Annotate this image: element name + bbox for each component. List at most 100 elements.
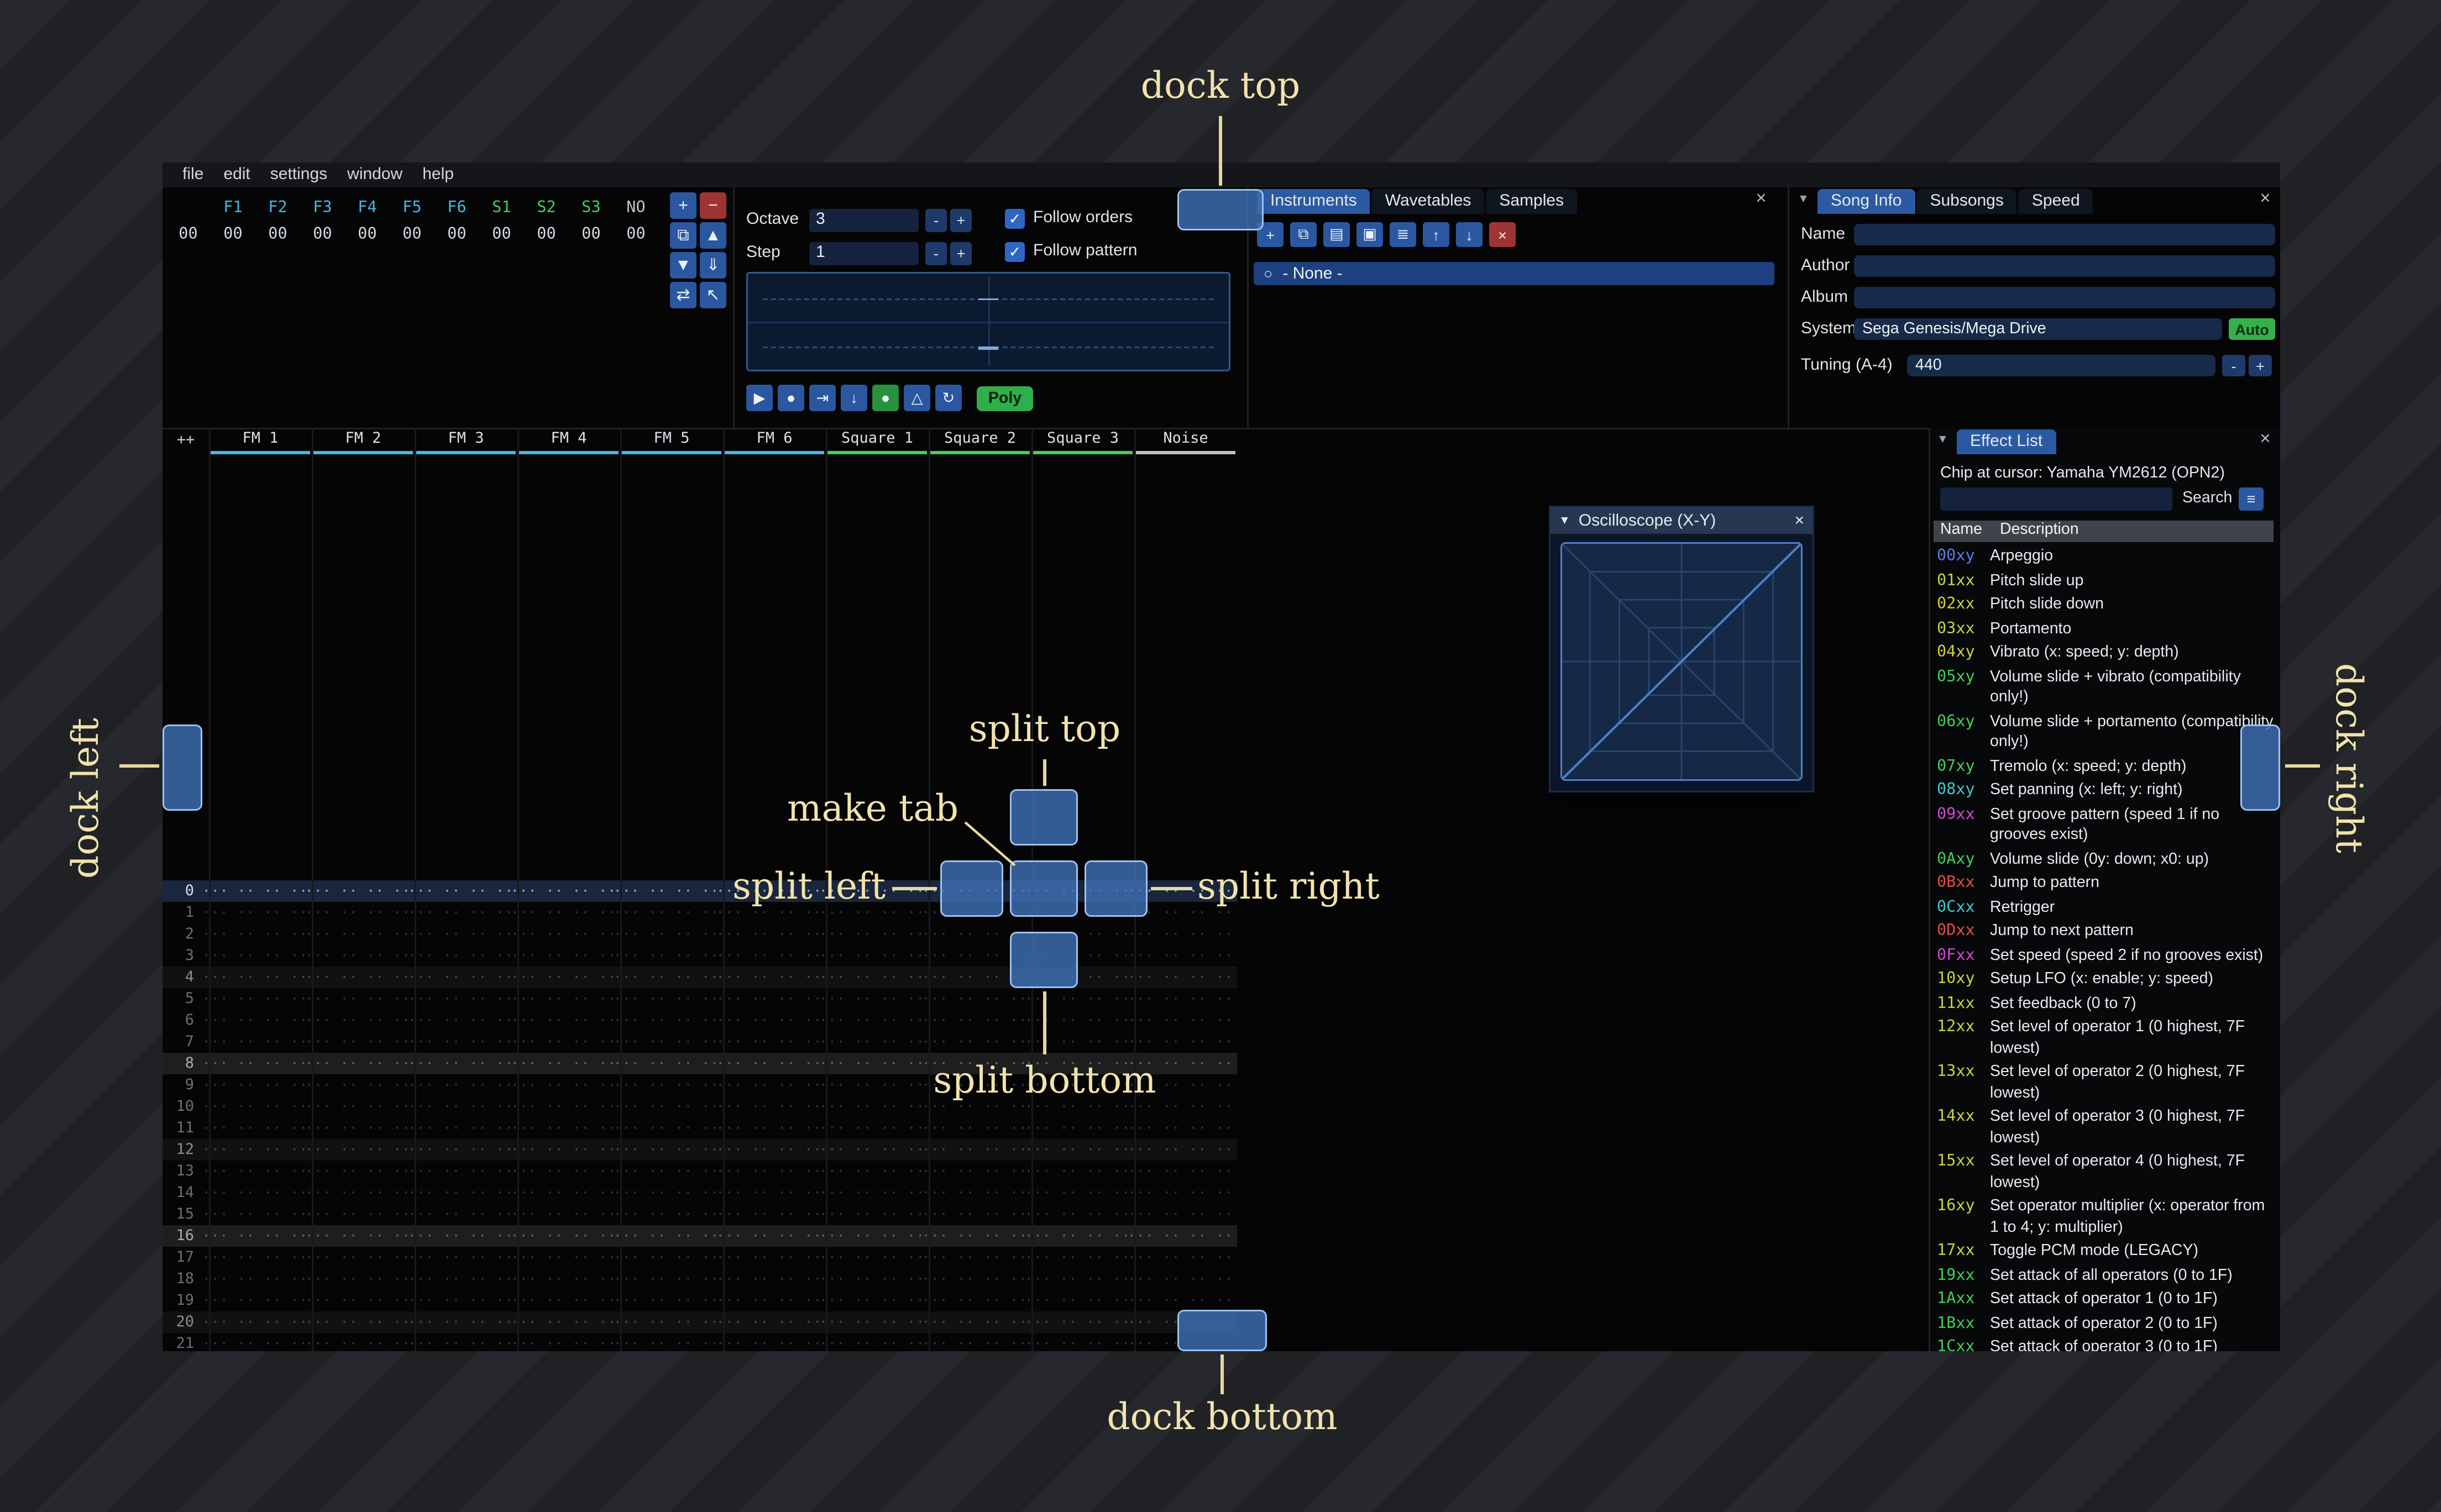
pattern-cell[interactable]: ··· ·· ·· ··· xyxy=(305,1078,408,1093)
octave-input[interactable]: 3 xyxy=(809,209,919,232)
split-top-button[interactable] xyxy=(1010,789,1078,846)
instrument-save-button[interactable]: ▣ xyxy=(1356,222,1383,247)
pattern-cell[interactable]: ··· ·· ·· ··· xyxy=(1025,1142,1128,1157)
pattern-cell[interactable]: ··· ·· ·· ··· xyxy=(1025,1013,1128,1028)
pattern-cell[interactable]: ··· ·· ·· ··· xyxy=(1128,1185,1230,1200)
pattern-cell[interactable]: ··· ·· ·· ··· xyxy=(922,1121,1025,1136)
system-auto-button[interactable]: Auto xyxy=(2229,318,2275,340)
pattern-cell[interactable]: ··· ·· ·· ··· xyxy=(716,1272,819,1287)
channel-header[interactable]: Square 3 xyxy=(1031,428,1134,454)
dock-top-button[interactable] xyxy=(1177,189,1264,230)
pattern-cell[interactable]: ··· ·· ·· ··· xyxy=(922,1336,1025,1351)
pattern-cell[interactable]: ··· ·· ·· ··· xyxy=(1025,1272,1128,1287)
pattern-row[interactable]: 21 ··· ·· ·· · ··· ·· ·· · · ·· ·· ·· · · ·· ··… xyxy=(163,1333,1237,1352)
pattern-cell[interactable]: ··· ·· ·· ··· xyxy=(305,1035,408,1049)
pattern-cell[interactable]: ··· ·· ·· ··· xyxy=(408,1336,511,1351)
pattern-cell[interactable]: ··· ·· ·· ··· xyxy=(1128,1250,1230,1265)
pattern-cell[interactable]: ··· ·· ·· ··· xyxy=(511,884,614,899)
pattern-cell[interactable]: ··· ·· ·· ··· xyxy=(511,1315,614,1330)
pattern-cell[interactable]: ··· ·· ·· ··· xyxy=(1025,1164,1128,1179)
pattern-cell[interactable]: ··· ·· ·· ··· xyxy=(305,1142,408,1157)
pattern-cell[interactable]: ··· ·· ·· ··· xyxy=(202,1078,305,1093)
effect-row[interactable]: 10xy Setup LFO (x: enable; y: speed) xyxy=(1934,970,2277,994)
pattern-cell[interactable]: ··· ·· ·· ··· xyxy=(408,1164,511,1179)
tab-subsongs[interactable]: Subsongs xyxy=(1916,189,2017,214)
pattern-cell[interactable]: ··· ·· ·· ··· xyxy=(1025,1121,1128,1136)
pattern-cell[interactable]: ··· ·· ·· ··· xyxy=(716,948,819,963)
pattern-cell[interactable]: ··· ·· ·· ··· xyxy=(202,884,305,899)
pattern-cell[interactable]: ··· ·· ·· ··· xyxy=(614,1035,716,1049)
pattern-cell[interactable]: ··· ·· ·· ··· xyxy=(202,1121,305,1136)
pattern-cell[interactable]: ··· ·· ·· ··· xyxy=(305,1099,408,1114)
pattern-cell[interactable]: ··· ·· ·· ··· xyxy=(202,1056,305,1071)
effect-row[interactable]: 05xy Volume slide + vibrato (compatibilit… xyxy=(1934,668,2277,712)
pattern-cell[interactable]: ··· ·· ·· ··· xyxy=(716,1293,819,1308)
pattern-cell[interactable]: ··· ·· ·· ··· xyxy=(1128,970,1230,985)
pattern-cell[interactable]: ··· ·· ·· ··· xyxy=(614,927,716,942)
pattern-cell[interactable]: ··· ·· ·· ··· xyxy=(305,1056,408,1071)
split-bottom-button[interactable] xyxy=(1010,932,1078,988)
follow-orders-checkbox[interactable]: ✓ xyxy=(1005,209,1025,229)
channel-header[interactable]: FM 4 xyxy=(517,428,620,454)
dock-right-button[interactable] xyxy=(2240,725,2280,811)
channel-header[interactable]: Noise xyxy=(1134,428,1237,454)
pattern-cell[interactable]: ··· ·· ·· ··· xyxy=(511,991,614,1006)
pattern-cell[interactable]: ··· ·· ·· ··· xyxy=(511,1013,614,1028)
pattern-cell[interactable]: ··· ·· ·· ··· xyxy=(614,1013,716,1028)
pattern-cell[interactable]: ··· ·· ·· ··· xyxy=(716,1078,819,1093)
menu-item-window[interactable]: window xyxy=(337,162,412,187)
metronome-button[interactable]: △ xyxy=(904,385,930,411)
pattern-cell[interactable]: ··· ·· ·· ··· xyxy=(408,1142,511,1157)
instrument-toggle-folders-button[interactable]: ≣ xyxy=(1390,222,1416,247)
pattern-cell[interactable]: ··· ·· ·· ··· xyxy=(1025,1185,1128,1200)
pattern-cell[interactable]: ··· ·· ·· ··· xyxy=(511,1164,614,1179)
pattern-cell[interactable]: ··· ·· ·· ··· xyxy=(614,1164,716,1179)
effect-row[interactable]: 12xx Set level of operator 1 (0 highest, … xyxy=(1934,1018,2277,1063)
effect-row[interactable]: 0Cxx Retrigger xyxy=(1934,898,2277,922)
pattern-cell[interactable]: ··· ·· ·· ··· xyxy=(716,970,819,985)
pattern-cell[interactable]: ··· ·· ·· ··· xyxy=(922,1142,1025,1157)
pattern-cell[interactable]: ··· ·· ·· ··· xyxy=(408,884,511,899)
effect-row[interactable]: 0Fxx Set speed (speed 2 if no grooves exi… xyxy=(1934,946,2277,970)
pattern-cell[interactable]: ··· ·· ·· ··· xyxy=(716,1250,819,1265)
pattern-row[interactable]: 12 ··· ·· ·· · ··· ·· ·· · · ·· ·· ·· · · ·· ··… xyxy=(163,1139,1237,1161)
pattern-cell[interactable]: ··· ·· ·· ··· xyxy=(614,1315,716,1330)
pattern-cell[interactable]: ··· ·· ·· ··· xyxy=(1128,991,1230,1006)
pattern-cell[interactable]: ··· ·· ·· ··· xyxy=(511,1336,614,1351)
pattern-cell[interactable]: ··· ·· ·· ··· xyxy=(819,1229,922,1243)
effect-list-menu-button[interactable]: ≡ xyxy=(2239,487,2264,511)
pattern-cell[interactable]: ··· ·· ·· ··· xyxy=(305,970,408,985)
pattern-cell[interactable]: ··· ·· ·· ··· xyxy=(922,1207,1025,1222)
pattern-cell[interactable]: ··· ·· ·· ··· xyxy=(819,1013,922,1028)
song-info-close-icon[interactable]: × xyxy=(2255,189,2275,209)
channel-header[interactable]: FM 2 xyxy=(312,428,415,454)
pattern-cell[interactable]: ··· ·· ·· ··· xyxy=(1025,1315,1128,1330)
pattern-row[interactable]: 11 ··· ·· ·· · ··· ·· ·· · · ·· ·· ·· · · ·· ··… xyxy=(163,1117,1237,1139)
pattern-cell[interactable]: ··· ·· ·· ··· xyxy=(202,927,305,942)
effect-list-close-icon[interactable]: × xyxy=(2255,429,2275,449)
menu-item-help[interactable]: help xyxy=(412,162,464,187)
pattern-cell[interactable]: ··· ·· ·· ··· xyxy=(1128,1207,1230,1222)
pattern-cell[interactable]: ··· ·· ·· ··· xyxy=(408,1293,511,1308)
pattern-cell[interactable]: ··· ·· ·· ··· xyxy=(305,1164,408,1179)
pattern-cell[interactable]: ··· ·· ·· ··· xyxy=(922,1293,1025,1308)
pattern-cell[interactable]: ··· ·· ·· ··· xyxy=(202,905,305,920)
octave-increase-button[interactable]: + xyxy=(950,209,972,232)
effect-row[interactable]: 01xx Pitch slide up xyxy=(1934,571,2277,596)
effect-row[interactable]: 0Axy Volume slide (0y: down; x0: up) xyxy=(1934,850,2277,874)
orders-column-header[interactable]: S3 xyxy=(569,199,614,217)
pattern-cell[interactable]: ··· ·· ·· ··· xyxy=(511,1272,614,1287)
pattern-cell[interactable]: ··· ·· ·· ··· xyxy=(1025,1336,1128,1351)
order-cell[interactable]: 00 xyxy=(479,225,524,244)
pattern-cell[interactable]: ··· ·· ·· ··· xyxy=(202,1315,305,1330)
system-select[interactable]: Sega Genesis/Mega Drive xyxy=(1854,318,2222,340)
pattern-cell[interactable]: ··· ·· ·· ··· xyxy=(305,1121,408,1136)
pattern-cell[interactable]: ··· ·· ·· ··· xyxy=(408,1099,511,1114)
pattern-cell[interactable]: ··· ·· ·· ··· xyxy=(819,927,922,942)
orders-column-header[interactable]: S1 xyxy=(479,199,524,217)
orders-add-button[interactable]: + xyxy=(670,192,696,219)
effect-row[interactable]: 19xx Set attack of all operators (0 to 1F… xyxy=(1934,1266,2277,1290)
pattern-cell[interactable]: ··· ·· ·· ··· xyxy=(614,1336,716,1351)
pattern-cell[interactable]: ··· ·· ·· ··· xyxy=(614,1293,716,1308)
pattern-cell[interactable]: ··· ·· ·· ··· xyxy=(614,1142,716,1157)
